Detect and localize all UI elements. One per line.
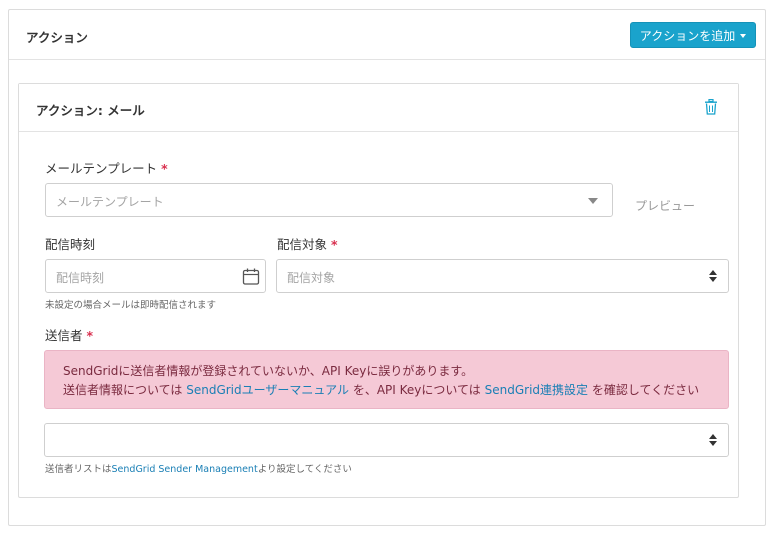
delivery-time-input[interactable]: 配信時刻	[45, 259, 266, 293]
actions-panel-header: アクション アクションを追加	[9, 10, 765, 60]
email-action-title: アクション: メール	[36, 103, 145, 118]
mail-template-label: メールテンプレート *	[45, 161, 168, 176]
caret-down-icon	[740, 33, 747, 38]
required-mark: *	[161, 161, 168, 176]
calendar-icon[interactable]	[242, 268, 260, 285]
select-arrows-icon	[709, 270, 717, 284]
panel-title: アクション	[26, 30, 88, 45]
required-mark: *	[86, 328, 94, 343]
alert-line-1: SendGridに送信者情報が登録されていないか、API Keyに誤りがあります…	[63, 364, 474, 378]
sendgrid-manual-link[interactable]: SendGridユーザーマニュアル	[186, 383, 349, 397]
delivery-time-hint: 未設定の場合メールは即時配信されます	[45, 300, 217, 311]
required-mark: *	[331, 237, 338, 252]
add-action-label: アクションを追加	[639, 28, 736, 43]
mail-template-select[interactable]: メールテンプレート	[45, 183, 613, 217]
sendgrid-settings-link[interactable]: SendGrid連携設定	[485, 383, 588, 397]
trash-icon[interactable]	[704, 99, 718, 115]
chevron-down-icon	[588, 198, 598, 204]
mail-template-placeholder: メールテンプレート	[56, 195, 164, 209]
sender-label: 送信者 *	[45, 328, 94, 343]
select-arrows-icon	[709, 434, 717, 448]
alert-line-2: 送信者情報については SendGridユーザーマニュアル を、API Keyにつ…	[63, 383, 700, 397]
delivery-time-placeholder: 配信時刻	[56, 271, 105, 285]
sender-management-link[interactable]: SendGrid Sender Management	[112, 464, 258, 475]
sender-error-alert: SendGridに送信者情報が登録されていないか、API Keyに誤りがあります…	[44, 350, 729, 409]
sender-select[interactable]	[44, 423, 729, 457]
email-action-header: アクション: メール	[19, 84, 738, 132]
sender-hint: 送信者リストはSendGrid Sender Managementより設定してく…	[45, 464, 352, 475]
delivery-target-label: 配信対象 *	[277, 237, 338, 252]
delivery-time-label: 配信時刻	[45, 237, 96, 252]
delivery-target-placeholder: 配信対象	[287, 271, 336, 285]
delivery-target-select[interactable]: 配信対象	[276, 259, 729, 293]
preview-link[interactable]: プレビュー	[635, 197, 695, 214]
add-action-button[interactable]: アクションを追加	[630, 22, 756, 48]
